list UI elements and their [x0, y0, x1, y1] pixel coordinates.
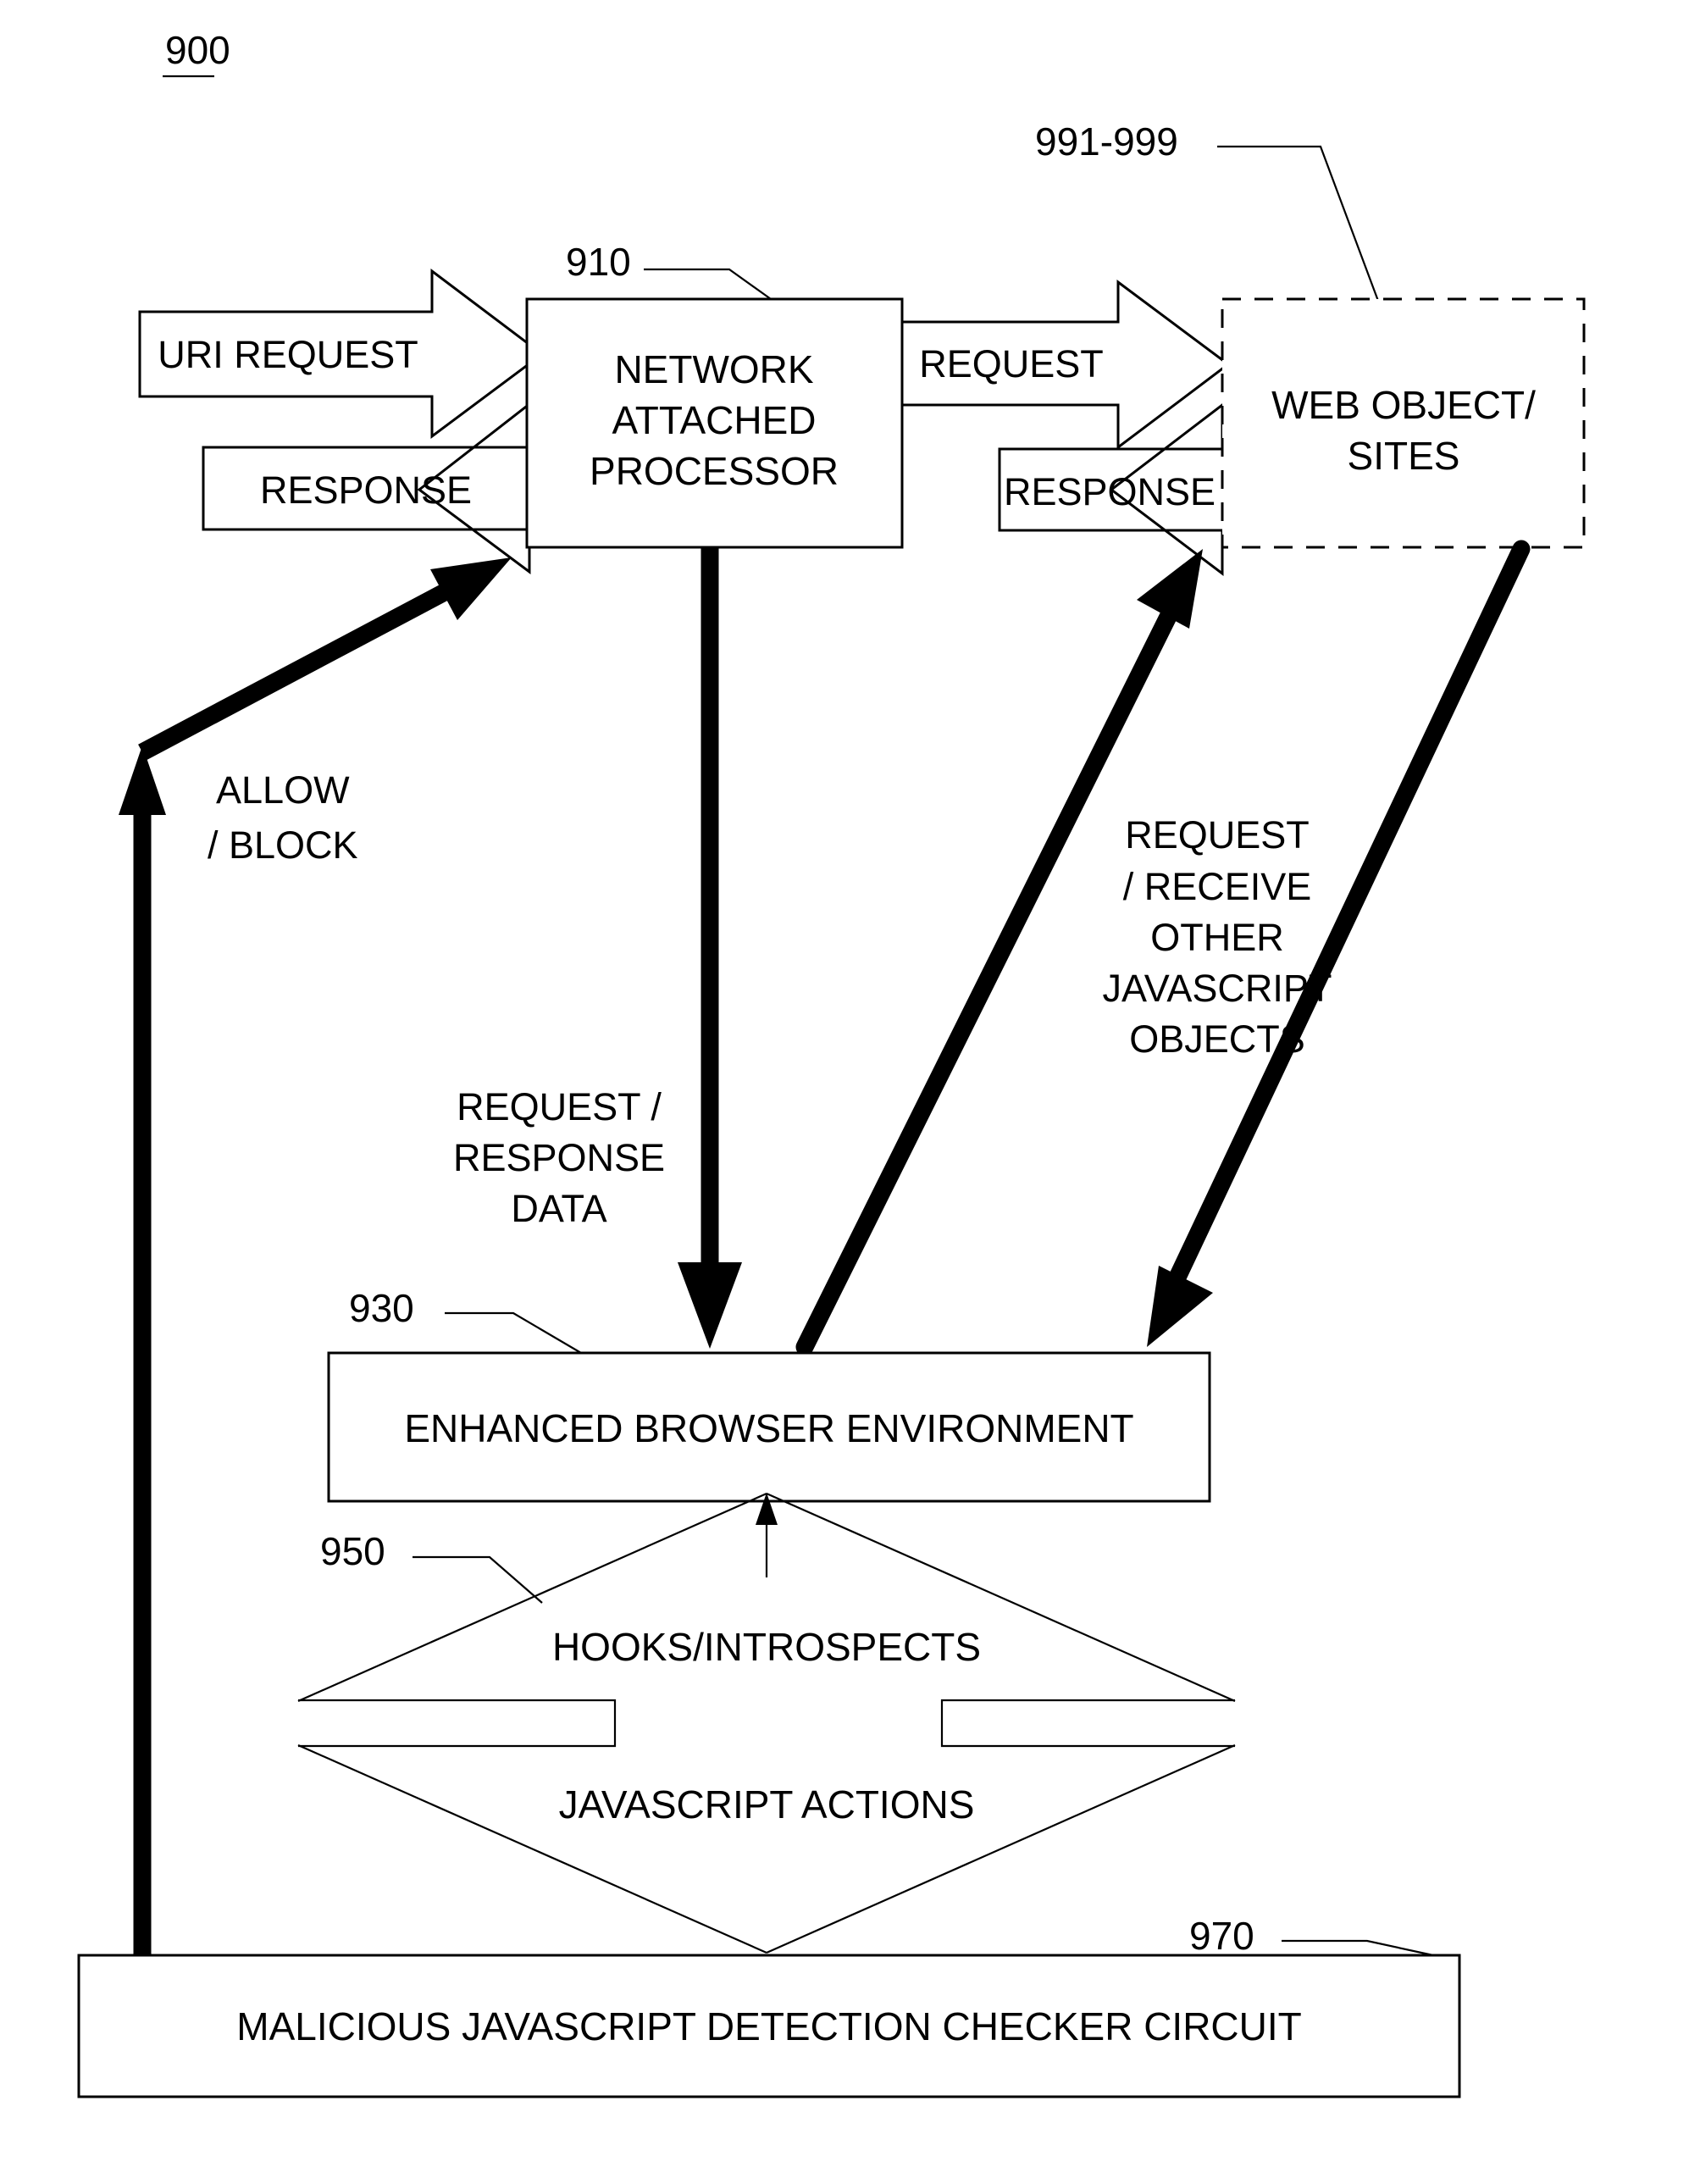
ref-number-991-999: 991-999 — [1035, 119, 1178, 164]
js-objects-line1: REQUEST — [1125, 813, 1310, 856]
enhanced-browser-environment-label: ENHANCED BROWSER ENVIRONMENT — [404, 1406, 1133, 1450]
network-processor-line3: PROCESSOR — [590, 449, 839, 493]
allow-block-diagonal-shaft — [138, 578, 460, 761]
web-object-sites-line2: SITES — [1348, 434, 1460, 478]
request-response-data-line2: RESPONSE — [453, 1136, 665, 1179]
request-response-data-label-group: REQUEST / RESPONSE DATA — [453, 1085, 665, 1230]
allow-block-label-group: ALLOW / BLOCK — [208, 768, 358, 867]
js-objects-up-head — [1137, 549, 1203, 629]
ref-950-group: 950 — [320, 1529, 543, 1604]
js-objects-label-group: REQUEST / RECEIVE OTHER JAVASCRIPT OBJEC… — [1103, 813, 1332, 1061]
request-response-data-arrow — [678, 547, 742, 1349]
figure-number-900: 900 — [165, 28, 230, 72]
figure-diagram: 900 URI REQUEST RESPONSE 910 NETWORK ATT… — [77, 28, 1586, 2098]
js-objects-line2: / RECEIVE — [1123, 865, 1312, 908]
checker-circuit-group: MALICIOUS JAVASCRIPT DETECTION CHECKER C… — [77, 1954, 1461, 2098]
uri-request-arrow-group: URI REQUEST — [138, 268, 545, 439]
allow-block-diagonal-head — [430, 557, 512, 620]
web-objects-sites-group: WEB OBJECT/ SITES — [1221, 297, 1586, 549]
ref-number-970: 970 — [1189, 1914, 1254, 1958]
figure-number-group: 900 — [163, 28, 230, 78]
allow-block-line2: / BLOCK — [208, 823, 358, 867]
ref-950-leader-line — [413, 1555, 543, 1604]
web-object-sites-line1: WEB OBJECT/ — [1271, 383, 1536, 427]
hooks-introspects-label: HOOKS/INTROSPECTS — [552, 1625, 981, 1669]
diamond-right-break-rect — [940, 1699, 1235, 1748]
diamond-edge-upper-left — [297, 1492, 767, 1703]
ref-number-950: 950 — [320, 1529, 385, 1573]
response-right-arrow-group: RESPONSE — [998, 402, 1224, 577]
checker-circuit-label: MALICIOUS JAVASCRIPT DETECTION CHECKER C… — [236, 2004, 1301, 2048]
network-attached-processor-group: NETWORK ATTACHED PROCESSOR — [525, 297, 904, 549]
network-processor-line2: ATTACHED — [612, 398, 816, 442]
js-objects-down-shaft — [1167, 540, 1531, 1289]
js-objects-line3: OTHER — [1150, 916, 1284, 959]
response-left-arrow-group: RESPONSE — [202, 401, 531, 574]
js-objects-line4: JAVASCRIPT — [1103, 967, 1332, 1010]
allow-block-vertical-arrow — [119, 746, 166, 1969]
ref-910-group: 910 — [566, 240, 772, 300]
request-response-data-head — [678, 1262, 742, 1349]
ref-970-leader-line — [1282, 1939, 1434, 1957]
response-left-label: RESPONSE — [260, 468, 472, 512]
ref-number-910: 910 — [566, 240, 631, 284]
diamond-edge-upper-right — [766, 1492, 1236, 1703]
diamond-edge-lower-left — [297, 1743, 767, 1954]
allow-block-line1: ALLOW — [216, 768, 350, 812]
diamond-edge-lower-right — [766, 1743, 1236, 1954]
js-objects-up-arrow — [795, 549, 1203, 1356]
request-response-data-line1: REQUEST / — [457, 1085, 662, 1128]
patent-figure-canvas: 900 URI REQUEST RESPONSE 910 NETWORK ATT… — [0, 0, 1689, 2184]
ref-930-leader-line — [445, 1311, 582, 1354]
network-processor-line1: NETWORK — [614, 347, 813, 391]
response-right-label: RESPONSE — [1004, 470, 1216, 513]
request-response-data-line3: DATA — [511, 1187, 606, 1230]
ref-970-group: 970 — [1189, 1914, 1434, 1958]
enhanced-browser-environment-group: ENHANCED BROWSER ENVIRONMENT — [327, 1351, 1211, 1503]
ref-910-leader-line — [644, 268, 772, 300]
ref-number-930: 930 — [349, 1286, 414, 1330]
allow-block-vertical-head — [119, 746, 166, 815]
javascript-actions-label: JAVASCRIPT ACTIONS — [559, 1782, 975, 1826]
js-objects-line5: OBJECTS — [1129, 1017, 1305, 1061]
hooks-to-browser-arrow — [756, 1493, 778, 1577]
diamond-left-break-rect — [298, 1699, 617, 1748]
js-objects-down-head — [1147, 1266, 1213, 1347]
uri-request-label: URI REQUEST — [158, 333, 418, 376]
allow-block-diagonal-arrow — [138, 557, 512, 761]
request-right-label: REQUEST — [919, 342, 1104, 385]
request-right-arrow-group: REQUEST — [900, 280, 1231, 451]
ref-930-group: 930 — [349, 1286, 582, 1354]
